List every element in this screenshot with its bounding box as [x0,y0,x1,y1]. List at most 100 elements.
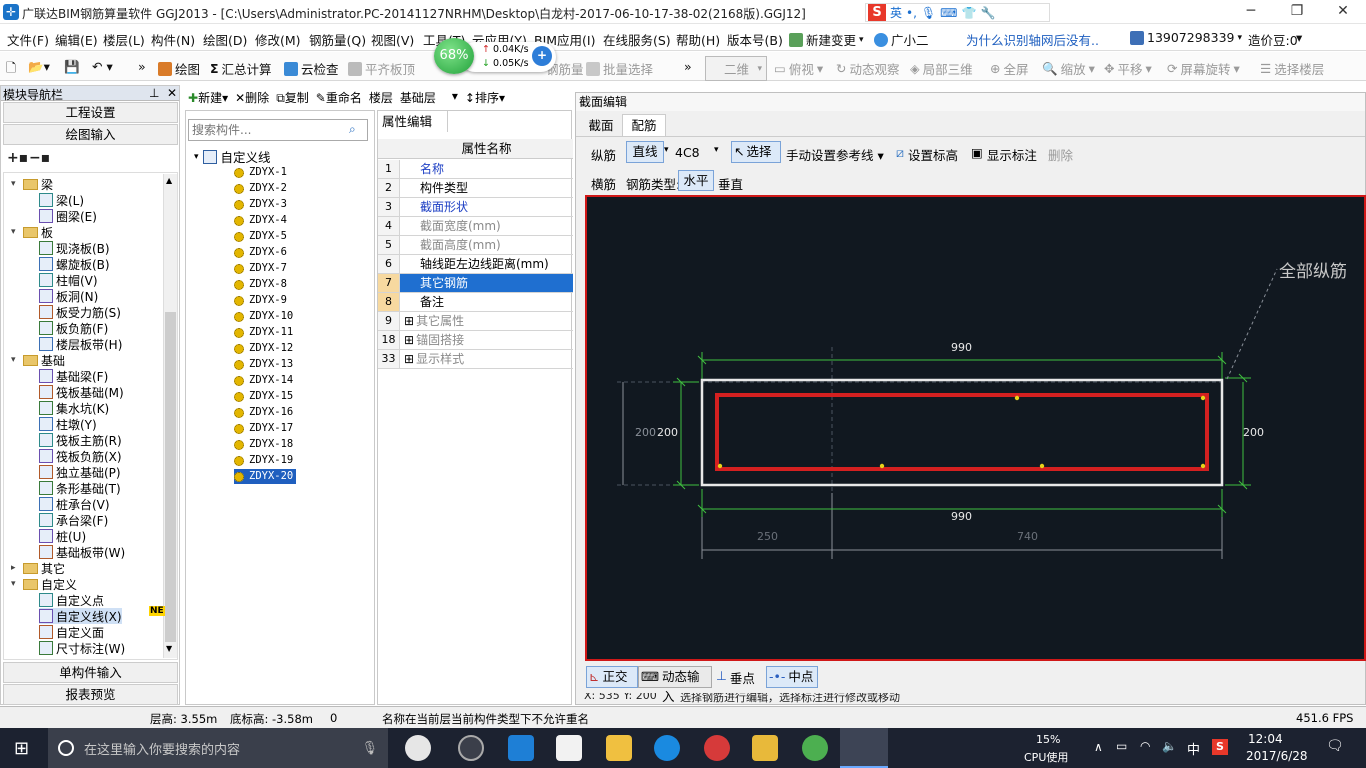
undo-icon[interactable]: ↶ ▾ [92,59,113,74]
component-item[interactable]: ZDYX-8 [234,277,287,292]
menu-floor[interactable]: 楼层(L) [103,30,145,49]
level-top-button[interactable]: 平齐板顶 [348,59,415,78]
nav-item[interactable]: 条形基础(T) [39,480,121,496]
component-item[interactable]: ZDYX-9 [234,293,287,308]
delete-rebar-button[interactable]: 删除 [1048,145,1073,164]
horizontal-button[interactable]: 水平 [678,170,714,191]
folder-toggle-icon[interactable]: ▾ [11,355,20,365]
menu-view[interactable]: 视图(V) [371,30,414,49]
prop-row[interactable]: 5 截面高度(mm) [378,236,573,255]
nav-item[interactable]: 桩(U) [39,528,86,544]
tray-sogou-icon[interactable]: S [1212,739,1228,755]
spec-dropdown-icon[interactable]: ▾ [714,145,719,155]
rebar-point[interactable] [1200,463,1206,469]
nav-item[interactable]: 楼层板带(H) [39,336,122,352]
clock-time[interactable]: 12:04 [1248,732,1283,746]
delete-comp-button[interactable]: ✕删除 [235,89,269,106]
menu-draw[interactable]: 绘图(D) [203,30,247,49]
tray-lang[interactable]: 中 [1187,739,1200,758]
rebar-point[interactable] [1200,395,1206,401]
tab-section[interactable]: 截面 [582,115,620,136]
folder-toggle-icon[interactable]: ▾ [11,227,20,237]
show-dim-button[interactable]: ▣ 显示标注 [971,145,1037,164]
draw-button[interactable]: 绘图 [158,59,200,78]
nav-folder[interactable]: ▾ 自定义 [11,576,77,592]
pan-button[interactable]: ✥ 平移 ▾ [1104,59,1152,78]
component-item[interactable]: ZDYX-3 [234,197,287,212]
nav-item[interactable]: 承台梁(F) [39,512,108,528]
wrench-icon[interactable]: 🔧 [980,6,995,20]
component-item[interactable]: ZDYX-1 [234,165,287,180]
menu-rebar-qty[interactable]: 钢筋量(Q) [309,30,366,49]
dim-seg2-label[interactable]: 740 [1017,530,1038,543]
local3d-button[interactable]: ◈ 局部三维 [910,59,973,78]
taskbar-app-browser-icon[interactable] [458,735,484,761]
punct-icon[interactable]: •, [906,6,917,20]
report-preview-button[interactable]: 报表预览 [3,684,178,705]
network-widget[interactable]: ↑ 0.04K/s ↓ 0.05K/s 68% + [430,38,560,76]
dim-top-label[interactable]: 990 [951,341,972,354]
nav-item[interactable]: 筏板基础(M) [39,384,124,400]
component-item[interactable]: ZDYX-19 [234,453,293,468]
menu-online[interactable]: 在线服务(S) [603,30,671,49]
prop-row[interactable]: 4 截面宽度(mm) [378,217,573,236]
component-item[interactable]: ZDYX-13 [234,357,293,372]
menu-component[interactable]: 构件(N) [151,30,195,49]
taskbar-glodon-g-icon[interactable] [654,735,680,761]
component-item[interactable]: ZDYX-18 [234,437,293,452]
component-item[interactable]: ZDYX-15 [234,389,293,404]
prop-row[interactable]: 6 轴线距左边线距离(mm) [378,255,573,274]
taskbar-explorer-icon[interactable] [606,735,632,761]
component-item[interactable]: ZDYX-12 [234,341,293,356]
taskbar-app-pinwheel-icon[interactable] [405,735,431,761]
rebar-point[interactable] [1014,395,1020,401]
prop-tab[interactable]: 属性编辑 [378,111,448,132]
nav-item[interactable]: 自定义线(X) [39,608,122,624]
stirrup[interactable] [715,393,1209,471]
component-item[interactable]: ZDYX-4 [234,213,287,228]
rebar-point[interactable] [717,463,723,469]
prop-row[interactable]: 2 构件类型 [378,179,573,198]
open-folder-icon[interactable]: 📂▾ [28,59,50,75]
prop-row[interactable]: 18 ⊞ 锚固搭接 [378,331,573,350]
tab-rebar[interactable]: 配筋 [622,114,666,136]
dyn-input-toggle[interactable]: ⌨ 动态输入 [638,666,712,704]
nav-item[interactable]: 自定义点 [39,592,104,608]
nav-scrollbar[interactable]: ▲ ▼ [163,174,177,658]
menu-edit[interactable]: 编辑(E) [55,30,98,49]
top-view-button[interactable]: ▭ 俯视 ▾ [774,59,823,78]
toolbar-overflow-icon[interactable]: » [138,59,146,74]
component-item[interactable]: ZDYX-2 [234,181,287,196]
minimize-button[interactable]: ─ [1228,0,1274,24]
tray-network-icon[interactable]: ▭ [1116,739,1127,753]
component-item[interactable]: ZDYX-11 [234,325,293,340]
nav-item[interactable]: 自定义面 [39,624,104,640]
expand-group-icon[interactable]: ⊞ [404,331,414,349]
ortho-toggle[interactable]: ⊾ 正交 [586,666,638,688]
engineering-settings-button[interactable]: 工程设置 [3,102,178,123]
rename-comp-button[interactable]: ✎重命名 [316,89,362,106]
nav-item[interactable]: 桩承台(V) [39,496,110,512]
component-item[interactable]: ZDYX-7 [234,261,287,276]
scroll-thumb[interactable] [165,312,176,642]
line-type-dropdown-icon[interactable]: ▾ [664,145,669,155]
mic-search-icon[interactable]: 🎙 [361,741,378,756]
expand-all-icon[interactable]: +▪ [7,150,28,166]
prop-row[interactable]: 8 备注 [378,293,573,312]
menu-file[interactable]: 文件(F) [7,30,49,49]
nav-item[interactable]: 独立基础(P) [39,464,121,480]
nav-item[interactable]: 板负筋(F) [39,320,108,336]
nav-item[interactable]: 柱帽(V) [39,272,98,288]
taskbar-ggj-active-icon[interactable] [840,728,888,768]
rebar-point[interactable] [879,463,885,469]
nav-item[interactable]: 基础板带(W) [39,544,125,560]
set-elev-button[interactable]: ⧄ 设置标高 [896,145,958,164]
nav-folder[interactable]: ▾ 基础 [11,352,65,368]
nav-item[interactable]: 板受力筋(S) [39,304,121,320]
dyn-view-button[interactable]: ↻ 动态观察 [836,59,900,78]
nav-close-icon[interactable]: ✕ [167,86,177,100]
component-item[interactable]: ZDYX-5 [234,229,287,244]
save-icon[interactable]: 💾 [64,59,80,75]
expand-group-icon[interactable]: ⊞ [404,312,414,330]
folder-toggle-icon[interactable]: ▾ [11,579,20,589]
